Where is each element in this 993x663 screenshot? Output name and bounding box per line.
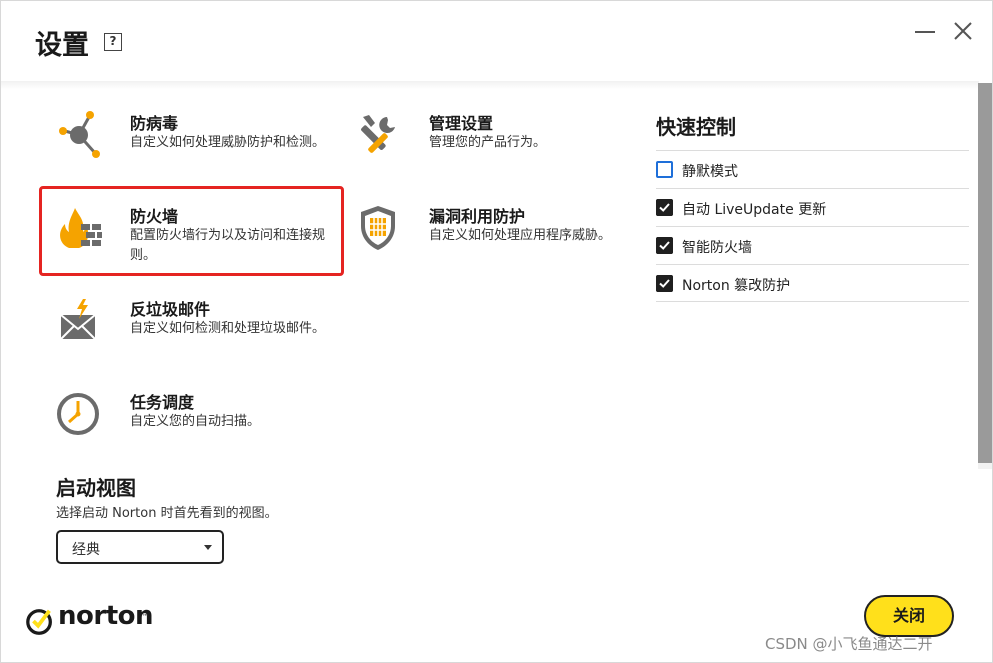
clock-icon [57,393,99,435]
settings-window: 设置 ? 防病毒 自定义如何处理威胁防护和检测。 管理设置 管理您的产品行为。 … [0,0,993,663]
help-button[interactable]: ? [104,33,122,51]
close-icon[interactable] [951,19,975,43]
scrollbar-thumb[interactable] [978,83,992,463]
quick-control-label: Norton 篡改防护 [682,278,791,294]
category-name: 管理设置 [429,114,494,133]
header: 设置 ? [1,1,992,83]
minimize-icon[interactable] [915,31,935,33]
watermark: CSDN @小飞鱼通达二开 [765,635,933,653]
checkbox-checked-icon[interactable] [656,275,673,292]
quick-control-tamper-protection[interactable]: Norton 篡改防护 [656,264,969,302]
category-desc: 管理您的产品行为。 [429,135,547,150]
close-button[interactable]: 关闭 [864,595,954,637]
quick-control-label: 静默模式 [682,164,738,180]
norton-logo-icon [26,609,52,635]
checkbox-checked-icon[interactable] [656,237,673,254]
quick-controls-divider [656,301,969,302]
tools-icon [361,115,395,153]
category-firewall[interactable]: 防火墙 配置防火墙行为以及访问和连接规则。 [55,202,335,272]
category-task-scheduling[interactable]: 任务调度 自定义您的自动扫描。 [55,388,335,448]
checkbox[interactable] [656,161,673,178]
startup-view-desc: 选择启动 Norton 时首先看到的视图。 [56,506,278,521]
category-name: 防病毒 [130,114,179,133]
spam-mail-icon [60,299,96,340]
startup-view-title: 启动视图 [56,476,136,500]
quick-controls-title: 快速控制 [656,115,736,139]
category-name: 反垃圾邮件 [130,300,211,319]
category-name: 任务调度 [130,393,195,412]
category-name: 防火墙 [130,207,179,226]
trademark-symbol: ™ [142,613,149,621]
norton-wordmark: norton [58,601,154,631]
startup-view-select[interactable]: 经典 [56,530,224,564]
category-desc: 自定义您的自动扫描。 [130,414,261,429]
startup-view-value: 经典 [72,542,100,558]
quick-control-auto-liveupdate[interactable]: 自动 LiveUpdate 更新 [656,188,969,226]
category-desc: 自定义如何检测和处理垃圾邮件。 [130,321,326,336]
firewall-icon [60,208,102,248]
shield-icon [361,206,395,250]
network-virus-icon [59,111,100,158]
page-title: 设置 [35,30,89,61]
category-desc: 配置防火墙行为以及访问和连接规则。 [130,228,326,263]
quick-control-silent-mode[interactable]: 静默模式 [656,150,969,188]
category-antispam[interactable]: 反垃圾邮件 自定义如何检测和处理垃圾邮件。 [55,295,335,365]
chevron-down-icon [204,545,212,550]
checkbox-checked-icon[interactable] [656,199,673,216]
category-antivirus[interactable]: 防病毒 自定义如何处理威胁防护和检测。 [55,109,335,179]
header-divider [1,81,979,89]
category-desc: 自定义如何处理应用程序威胁。 [429,228,612,243]
quick-control-label: 智能防火墙 [682,240,752,256]
quick-control-label: 自动 LiveUpdate 更新 [682,202,827,218]
category-desc: 自定义如何处理威胁防护和检测。 [130,135,326,150]
quick-control-smart-firewall[interactable]: 智能防火墙 [656,226,969,264]
category-admin-settings[interactable]: 管理设置 管理您的产品行为。 [353,109,633,179]
category-exploit-protection[interactable]: 漏洞利用防护 自定义如何处理应用程序威胁。 [353,202,633,272]
category-name: 漏洞利用防护 [429,207,526,226]
